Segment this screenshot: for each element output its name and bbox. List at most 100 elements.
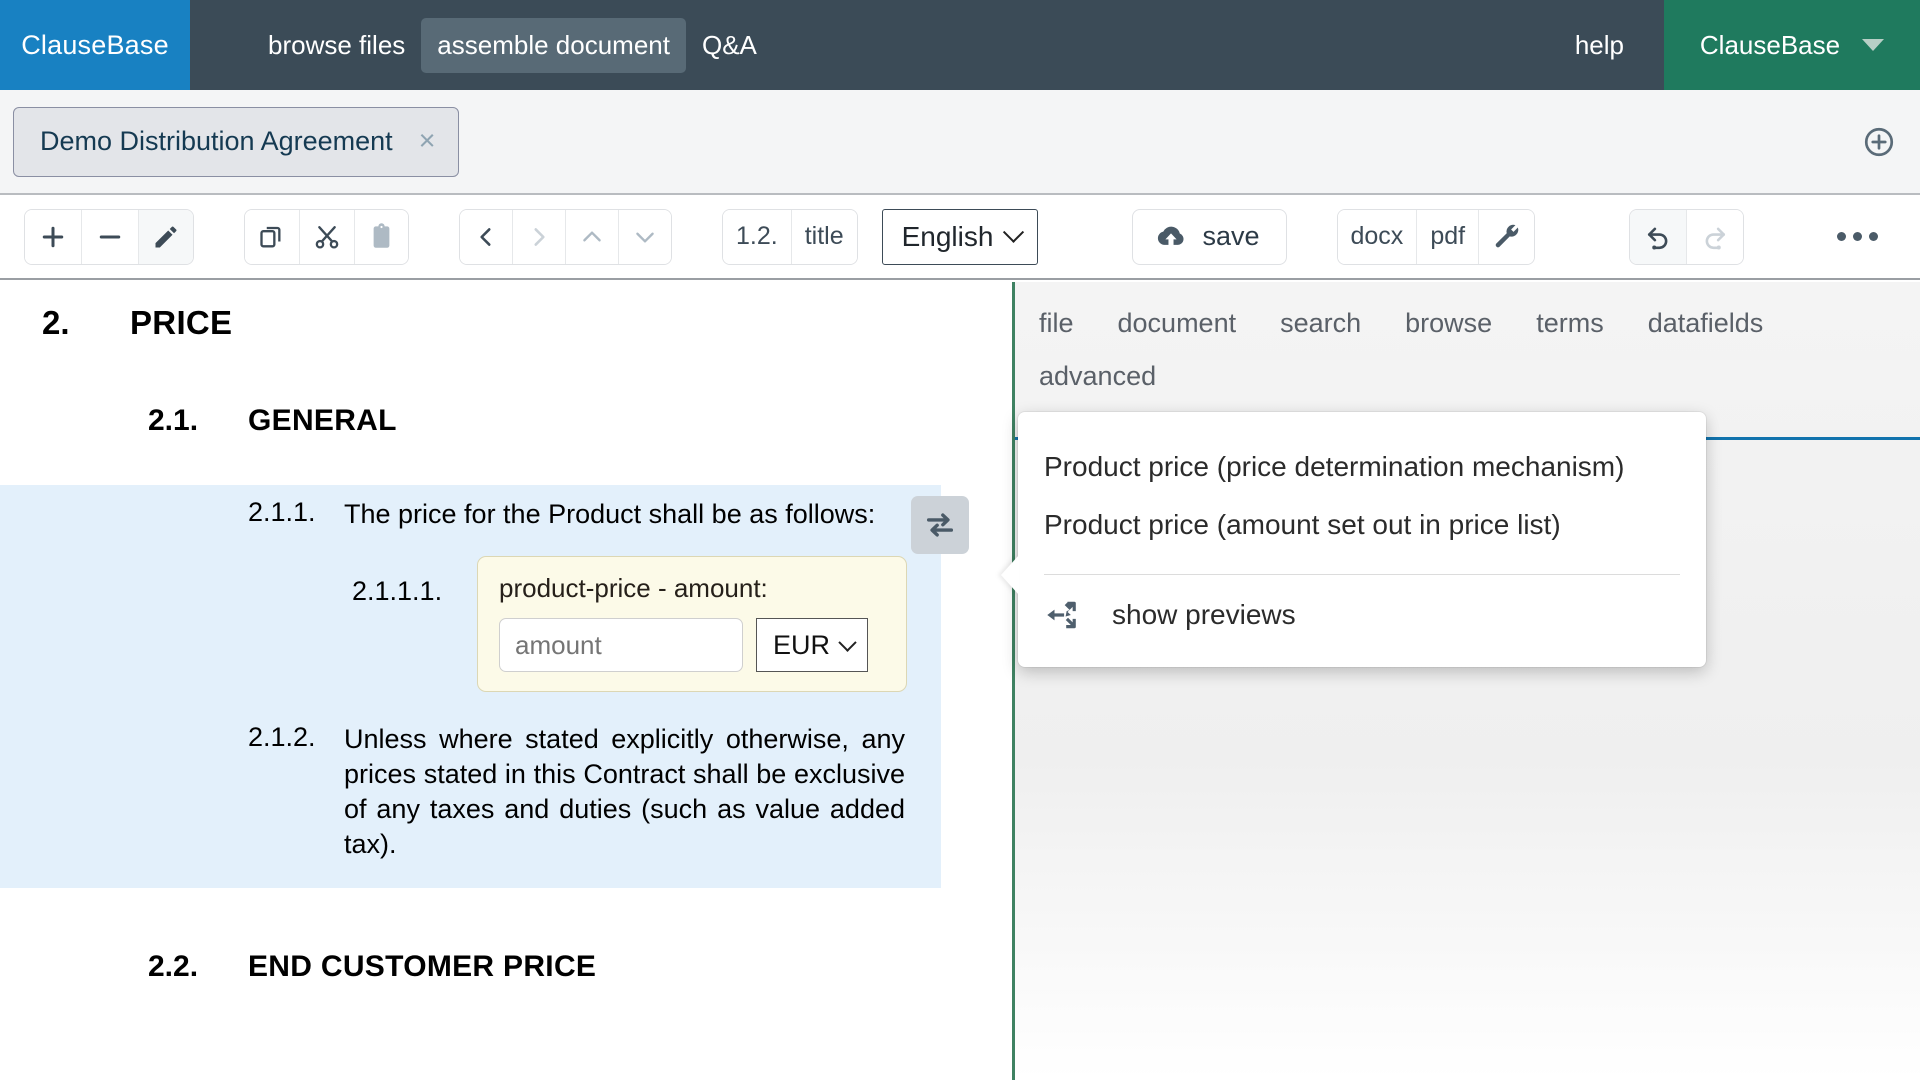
show-previews-button[interactable]: show previews bbox=[1018, 585, 1706, 645]
side-panel: file document search browse terms datafi… bbox=[1015, 282, 1920, 1080]
toolbar-group-navigate bbox=[459, 208, 672, 265]
copy-button[interactable] bbox=[245, 209, 300, 264]
wrench-icon bbox=[1492, 222, 1521, 251]
ellipsis-icon[interactable] bbox=[1837, 232, 1878, 241]
swap-arrows-icon[interactable] bbox=[911, 496, 969, 554]
chevron-down-icon[interactable] bbox=[619, 209, 671, 264]
cut-button[interactable] bbox=[300, 209, 355, 264]
chevron-left-icon[interactable] bbox=[460, 209, 513, 264]
clause-2-1-1[interactable]: 2.1.1. The price for the Product shall b… bbox=[0, 497, 941, 532]
export-docx-label: docx bbox=[1350, 222, 1404, 250]
selected-clause-block[interactable]: 2.1.1. The price for the Product shall b… bbox=[0, 485, 969, 889]
side-tab-advanced[interactable]: advanced bbox=[1039, 361, 1156, 392]
language-value: English bbox=[901, 220, 994, 252]
remove-clause-button[interactable] bbox=[82, 209, 139, 264]
popup-divider bbox=[1044, 574, 1680, 575]
undo-button[interactable] bbox=[1630, 209, 1688, 264]
top-navigation-bar: ClauseBase browse files assemble documen… bbox=[0, 0, 1920, 90]
datafield-card-product-price: product-price - amount: EUR bbox=[477, 556, 907, 693]
nav-item-qa[interactable]: Q&A bbox=[686, 18, 773, 73]
show-previews-label: show previews bbox=[1112, 599, 1296, 630]
save-button[interactable]: save bbox=[1132, 208, 1287, 265]
clause-alternatives-popup: Product price (price determination mecha… bbox=[1001, 412, 1706, 667]
clause-2-1-2-text: Unless where stated explicitly otherwise… bbox=[344, 724, 905, 860]
chevron-up-icon[interactable] bbox=[566, 209, 619, 264]
chevron-down-icon bbox=[1003, 221, 1025, 243]
heading-end-customer-price[interactable]: 2.2. END CUSTOMER PRICE bbox=[0, 950, 1012, 984]
account-label: ClauseBase bbox=[1699, 29, 1841, 60]
language-select[interactable]: English bbox=[881, 208, 1039, 265]
save-cloud-upload-icon bbox=[1155, 221, 1187, 253]
nav-right-group: help ClauseBase bbox=[1535, 0, 1920, 90]
title-label: title bbox=[804, 222, 844, 250]
nav-item-assemble-document-label: assemble document bbox=[437, 29, 670, 60]
popup-option-price-determination-mechanism[interactable]: Product price (price determination mecha… bbox=[1018, 438, 1706, 496]
chevron-right-icon[interactable] bbox=[513, 209, 566, 264]
heading-end-customer-price-text: END CUSTOMER PRICE bbox=[248, 950, 597, 984]
nav-items: browse files assemble document Q&A bbox=[190, 0, 1535, 90]
clause-2-1-2-number: 2.1.2. bbox=[248, 722, 316, 753]
currency-select[interactable]: EUR bbox=[756, 618, 869, 673]
datafield-label: product-price - amount: bbox=[499, 573, 768, 604]
toolbar-group-numbering: 1.2. title bbox=[722, 208, 858, 265]
account-menu-button[interactable]: ClauseBase bbox=[1664, 0, 1920, 90]
add-clause-button[interactable] bbox=[25, 209, 82, 264]
app-logo-label: ClauseBase bbox=[21, 29, 169, 60]
export-docx-button[interactable]: docx bbox=[1337, 209, 1418, 264]
numbering-button[interactable]: 1.2. bbox=[723, 209, 792, 264]
heading-general[interactable]: 2.1. GENERAL bbox=[0, 404, 1012, 438]
subclause-2-1-1-1-number: 2.1.1.1. bbox=[352, 576, 443, 607]
currency-value: EUR bbox=[773, 629, 831, 660]
nav-item-assemble-document[interactable]: assemble document bbox=[421, 17, 686, 73]
side-panel-tabs-row-2: advanced bbox=[1015, 339, 1920, 392]
heading-price-text: PRICE bbox=[130, 304, 233, 341]
document-tab-demo-distribution-agreement[interactable]: Demo Distribution Agreement × bbox=[13, 106, 459, 177]
document-tab-title: Demo Distribution Agreement bbox=[40, 126, 393, 156]
export-pdf-label: pdf bbox=[1430, 222, 1466, 250]
editor-toolbar: 1.2. title English save docx pdf bbox=[0, 195, 1920, 280]
datafield-inputs: EUR bbox=[499, 618, 885, 673]
plus-circle-icon[interactable] bbox=[1862, 125, 1896, 159]
edit-clause-button[interactable] bbox=[139, 209, 193, 264]
toolbar-group-clipboard bbox=[244, 208, 409, 265]
caret-down-icon bbox=[1862, 39, 1885, 51]
heading-price[interactable]: 2. PRICE bbox=[0, 304, 1012, 342]
heading-end-customer-price-number: 2.2. bbox=[148, 950, 199, 984]
side-tab-file[interactable]: file bbox=[1039, 308, 1074, 339]
document-editor-pane: 2. PRICE 2.1. GENERAL 2.1.1. The price f… bbox=[0, 282, 1012, 1080]
help-link[interactable]: help bbox=[1535, 0, 1664, 90]
side-panel-tabs-row-1: file document search browse terms datafi… bbox=[1015, 282, 1920, 339]
side-tab-search[interactable]: search bbox=[1280, 308, 1361, 339]
expand-arrows-icon bbox=[1044, 597, 1080, 633]
chevron-down-icon bbox=[838, 633, 857, 652]
numbering-label: 1.2. bbox=[736, 222, 778, 250]
popup-arrow-icon bbox=[1001, 555, 1019, 595]
side-tab-datafields[interactable]: datafields bbox=[1648, 308, 1764, 339]
heading-general-number: 2.1. bbox=[148, 404, 199, 437]
clause-2-1-1-text: The price for the Product shall be as fo… bbox=[344, 499, 876, 529]
close-icon[interactable]: × bbox=[419, 127, 436, 156]
save-label: save bbox=[1202, 221, 1260, 251]
export-pdf-button[interactable]: pdf bbox=[1417, 209, 1480, 264]
subclause-2-1-1-1[interactable]: 2.1.1.1. product-price - amount: EUR bbox=[0, 556, 941, 693]
side-tab-browse[interactable]: browse bbox=[1405, 308, 1492, 339]
export-settings-button[interactable] bbox=[1479, 209, 1535, 264]
side-tab-terms[interactable]: terms bbox=[1536, 308, 1604, 339]
heading-general-text: GENERAL bbox=[248, 404, 397, 437]
side-tab-document[interactable]: document bbox=[1118, 308, 1237, 339]
app-logo-button[interactable]: ClauseBase bbox=[0, 0, 190, 90]
nav-item-browse-files[interactable]: browse files bbox=[252, 18, 421, 73]
document-tab-bar: Demo Distribution Agreement × bbox=[0, 90, 1920, 195]
toolbar-group-edit bbox=[24, 208, 194, 265]
nav-item-browse-files-label: browse files bbox=[268, 29, 406, 60]
toolbar-group-history bbox=[1629, 208, 1745, 265]
heading-price-number: 2. bbox=[42, 304, 70, 341]
paste-button[interactable] bbox=[355, 209, 408, 264]
nav-item-qa-label: Q&A bbox=[701, 29, 757, 60]
redo-button[interactable] bbox=[1687, 209, 1744, 264]
help-label: help bbox=[1574, 29, 1624, 60]
amount-input[interactable] bbox=[499, 618, 743, 673]
popup-option-amount-set-out-in-price-list[interactable]: Product price (amount set out in price l… bbox=[1018, 496, 1706, 554]
clause-2-1-2[interactable]: 2.1.2. Unless where stated explicitly ot… bbox=[0, 722, 941, 862]
title-button[interactable]: title bbox=[791, 209, 857, 264]
